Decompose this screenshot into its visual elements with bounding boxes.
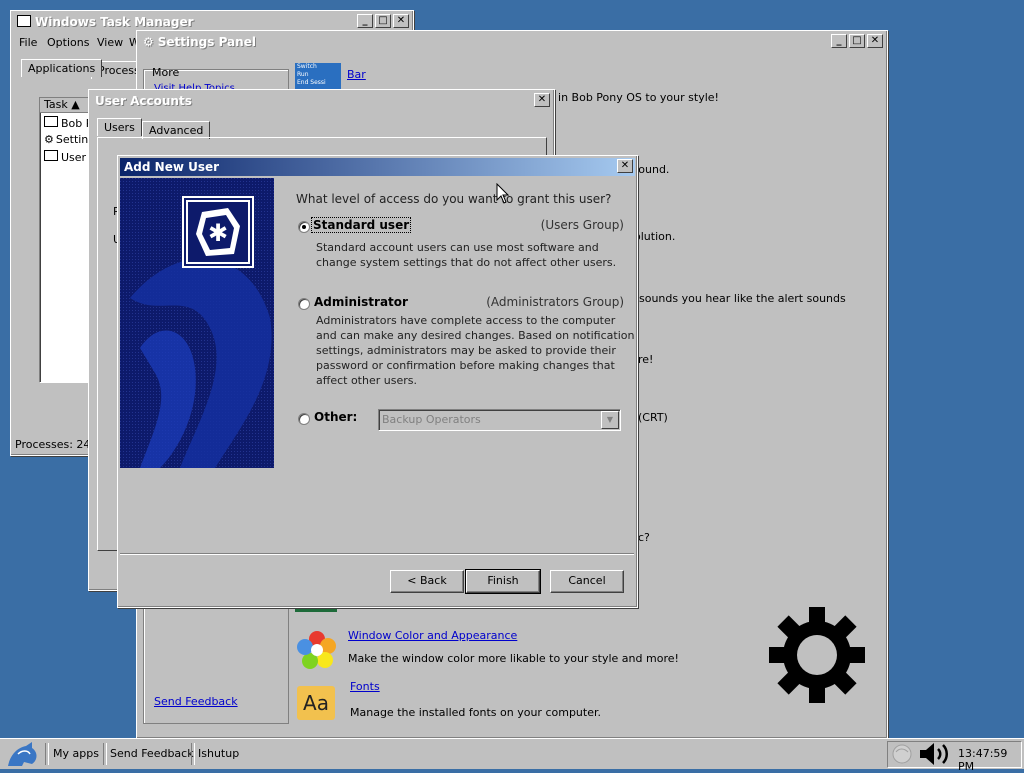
peek-text: r in Bob Pony OS to your style! (550, 91, 719, 104)
task-manager-titlebar[interactable]: Windows Task Manager (13, 13, 411, 31)
list-item[interactable]: ⚙ Settin (44, 133, 88, 146)
bar-link[interactable]: Bar (347, 68, 366, 81)
peek-text: re! (638, 353, 654, 366)
peek-text: c? (638, 531, 650, 544)
other-radio[interactable] (298, 413, 310, 425)
administrator-desc: Administrators have complete access to t… (316, 314, 635, 387)
add-user-title: Add New User (124, 160, 220, 174)
taskbar-divider (103, 743, 107, 765)
tab-applications[interactable]: Applications (21, 59, 103, 77)
tab-users[interactable]: Users (97, 118, 142, 136)
administrator-radio[interactable] (298, 298, 310, 310)
window-icon (44, 150, 58, 161)
peek-text: round. (634, 163, 670, 176)
maximize-button[interactable]: □ (375, 14, 391, 28)
other-group-value: Backup Operators (382, 413, 481, 426)
key-icon: ✱ (182, 196, 254, 268)
window-color-icon (297, 630, 337, 670)
standard-user-radio[interactable] (298, 221, 310, 233)
add-user-dialog: Add New User ✕ ✱ What level of access do… (117, 155, 638, 608)
task-manager-icon (17, 15, 31, 27)
clock[interactable]: 13:47:59 PM (958, 747, 1024, 773)
menu-options[interactable]: Options (47, 36, 89, 49)
menu-file[interactable]: File (19, 36, 37, 49)
gear-icon: ⚙ (44, 133, 54, 146)
send-feedback-link[interactable]: Send Feedback (154, 695, 238, 708)
standard-user-group: (Users Group) (540, 218, 624, 232)
bar-icon: Switch Run End Sessi (295, 63, 341, 91)
settings-titlebar[interactable]: ⚙ Settings Panel (139, 33, 885, 51)
taskbar-item-send-feedback[interactable]: Send Feedback (110, 747, 194, 760)
access-question: What level of access do you want to gran… (296, 192, 612, 206)
minimize-button[interactable]: _ (357, 14, 373, 28)
gear-icon: ⚙ (143, 35, 154, 49)
standard-user-label[interactable]: Standard user (310, 217, 412, 233)
close-button[interactable]: ✕ (534, 93, 550, 107)
taskbar: My apps Send Feedback Ishutup 13:47:59 P… (0, 738, 1024, 773)
other-label[interactable]: Other: (314, 410, 357, 424)
minimize-button[interactable]: _ (831, 34, 847, 48)
task-manager-title: Windows Task Manager (35, 15, 194, 29)
fonts-desc: Manage the installed fonts on your compu… (350, 706, 601, 719)
more-label: More (152, 66, 180, 79)
list-item[interactable]: Bob P (44, 116, 92, 130)
user-accounts-title: User Accounts (95, 94, 192, 108)
button-divider (120, 553, 634, 555)
user-accounts-titlebar[interactable]: User Accounts (91, 92, 552, 110)
other-group-select[interactable]: Backup Operators ▼ (378, 409, 621, 431)
start-button[interactable] (4, 740, 42, 768)
maximize-button[interactable]: □ (849, 34, 865, 48)
cancel-button[interactable]: Cancel (550, 570, 624, 593)
administrator-group: (Administrators Group) (486, 295, 624, 309)
back-button[interactable]: < Back (390, 570, 464, 593)
peek-text: sounds you hear like the alert sounds (639, 292, 846, 305)
close-button[interactable]: ✕ (393, 14, 409, 28)
chevron-down-icon[interactable]: ▼ (601, 411, 619, 429)
wizard-banner: ✱ (120, 178, 274, 468)
fonts-link[interactable]: Fonts (350, 680, 380, 693)
peek-text: olution. (634, 230, 676, 243)
peek-text: (CRT) (638, 411, 668, 424)
mouse-cursor-icon (496, 182, 510, 205)
status-processes: Processes: 24 (15, 438, 91, 451)
window-color-link[interactable]: Window Color and Appearance (348, 629, 517, 642)
volume-icon[interactable] (918, 741, 954, 767)
close-button[interactable]: ✕ (867, 34, 883, 48)
add-user-titlebar[interactable]: Add New User (120, 158, 635, 176)
menu-view[interactable]: View (97, 36, 123, 49)
finish-button[interactable]: Finish (465, 569, 541, 594)
svg-text:✱: ✱ (208, 219, 228, 247)
taskbar-divider (45, 743, 49, 765)
close-button[interactable]: ✕ (617, 159, 633, 173)
taskbar-item-ishutup[interactable]: Ishutup (198, 747, 239, 760)
gear-icon (767, 605, 867, 705)
standard-user-desc: Standard account users can use most soft… (316, 241, 617, 269)
taskbar-divider (191, 743, 195, 765)
taskbar-item-my-apps[interactable]: My apps (53, 747, 99, 760)
administrator-label[interactable]: Administrator (314, 295, 408, 309)
window-color-desc: Make the window color more likable to yo… (348, 652, 679, 665)
window-icon (44, 116, 58, 127)
network-icon[interactable] (890, 743, 914, 765)
fonts-icon: Aa (297, 686, 335, 720)
settings-title: Settings Panel (157, 35, 256, 49)
